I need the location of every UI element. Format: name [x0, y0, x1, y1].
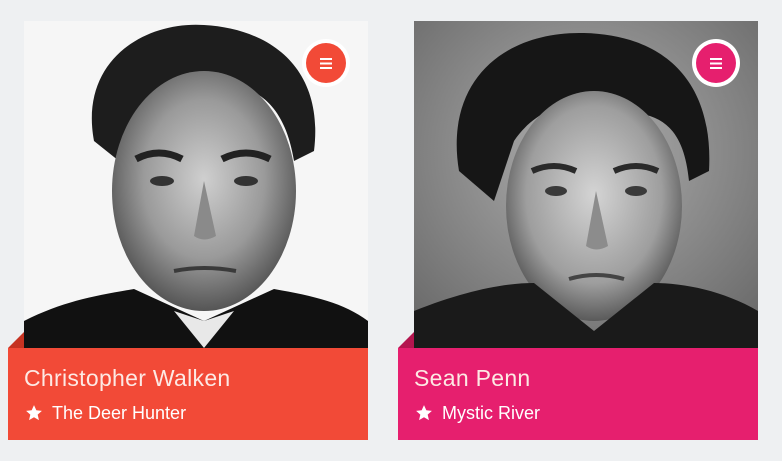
actor-card: Sean Penn Mystic River [398, 0, 758, 461]
ribbon-fold [8, 332, 24, 348]
actor-name: Sean Penn [414, 365, 531, 391]
menu-button[interactable] [302, 39, 350, 87]
actor-info: Sean Penn Mystic River [398, 348, 758, 440]
star-icon [416, 405, 432, 421]
menu-button[interactable] [692, 39, 740, 87]
film-credit: Mystic River [415, 402, 540, 424]
film-title: Mystic River [442, 402, 540, 423]
film-title: The Deer Hunter [52, 402, 187, 423]
film-credit: The Deer Hunter [25, 402, 186, 424]
actor-card: Christopher Walken The Deer Hunter [8, 0, 368, 461]
actor-name: Christopher Walken [24, 365, 231, 391]
actor-info: Christopher Walken The Deer Hunter [8, 348, 368, 440]
bars-icon [710, 57, 722, 69]
star-icon [26, 405, 42, 421]
bars-icon [320, 57, 332, 69]
ribbon-fold [398, 332, 414, 348]
